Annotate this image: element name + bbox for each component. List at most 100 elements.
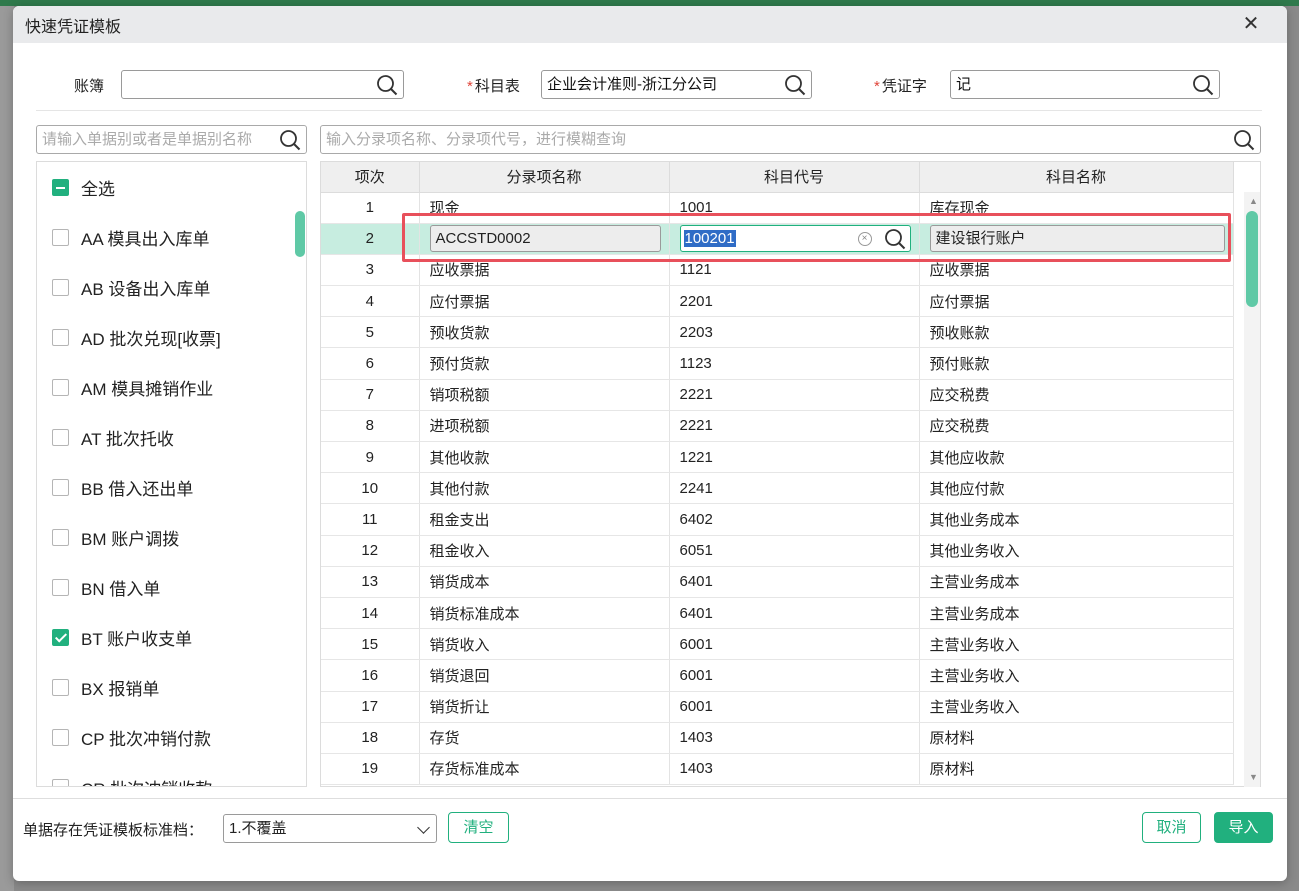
entry-name-field[interactable]: ACCSTD0002 <box>429 225 661 253</box>
cell-account-code: 1121 <box>669 254 920 287</box>
cell-entry-name: 销货折让 <box>419 691 670 723</box>
table-row[interactable]: 3 应收票据 1121 应收票据 <box>321 254 1234 287</box>
table-row[interactable]: 6 预付货款 1123 预付账款 <box>321 347 1234 380</box>
cell-seq: 8 <box>321 410 420 443</box>
entry-table: 项次 分录项名称 科目代号 科目名称 1 现金 1001 库存现金 2 ACCSTD000… <box>320 161 1261 787</box>
table-row[interactable]: 8 进项税额 2221 应交税费 <box>321 410 1234 443</box>
cell-seq: 4 <box>321 285 420 318</box>
cell-account-name: 应交税费 <box>919 379 1234 411</box>
cell-seq: 16 <box>321 659 420 692</box>
doc-type-checkbox[interactable] <box>52 478 69 496</box>
doc-type-checkbox[interactable] <box>52 278 69 296</box>
table-row[interactable]: 16 销货退回 6001 主营业务收入 <box>321 659 1234 692</box>
table-row[interactable]: 9 其他收款 1221 其他应收款 <box>321 441 1234 474</box>
account-code-selected-text: 100201 <box>683 230 736 248</box>
cell-account-code: 6051 <box>669 535 920 567</box>
import-button[interactable]: 导入 <box>1214 812 1273 843</box>
table-row[interactable]: 10 其他付款 2241 其他应付款 <box>321 472 1234 505</box>
entry-table-scroll-thumb[interactable] <box>1246 211 1258 307</box>
column-header-entry-name[interactable]: 分录项名称 <box>419 162 670 193</box>
doc-type-item[interactable]: BM 账户调拨 <box>37 512 306 562</box>
table-row[interactable]: 11 租金支出 6402 其他业务成本 <box>321 503 1234 536</box>
doc-type-item[interactable]: CP 批次冲销付款 <box>37 712 306 762</box>
cell-seq: 9 <box>321 441 420 474</box>
chart-of-accounts-input[interactable]: 企业会计准则-浙江分公司 <box>541 70 812 99</box>
cell-account-name: 应交税费 <box>919 410 1234 443</box>
cell-entry-name[interactable]: ACCSTD0002 <box>419 223 670 255</box>
doc-type-checkbox[interactable] <box>52 228 69 246</box>
search-icon[interactable] <box>1192 74 1214 96</box>
doc-type-checkbox[interactable] <box>52 528 69 546</box>
search-icon[interactable] <box>1233 129 1255 151</box>
column-header-account-name[interactable]: 科目名称 <box>919 162 1234 193</box>
book-input[interactable] <box>121 70 404 99</box>
table-row[interactable]: 19 存货标准成本 1403 原材料 <box>321 753 1234 786</box>
table-row[interactable]: 5 预收货款 2203 预收账款 <box>321 316 1234 349</box>
doc-type-item[interactable]: BT 账户收支单 <box>37 612 306 662</box>
overwrite-select[interactable]: 1.不覆盖 <box>223 814 437 843</box>
cell-account-code[interactable]: 100201 × <box>669 223 920 255</box>
entry-filter-input[interactable]: 输入分录项名称、分录项代号，进行模糊查询 <box>320 125 1261 154</box>
cell-entry-name: 进项税额 <box>419 410 670 443</box>
cell-account-name: 预收账款 <box>919 316 1234 349</box>
cell-seq: 10 <box>321 472 420 505</box>
doc-type-item[interactable]: CR 批次冲销收款 <box>37 762 306 786</box>
doc-type-checkbox[interactable] <box>52 728 69 746</box>
doc-type-filter-input[interactable]: 请输入单据别或者是单据别名称 <box>36 125 307 154</box>
close-icon[interactable]: ✕ <box>1241 14 1261 34</box>
table-row[interactable]: 4 应付票据 2201 应付票据 <box>321 285 1234 318</box>
doc-type-item[interactable]: BN 借入单 <box>37 562 306 612</box>
doc-type-item[interactable]: AA 模具出入库单 <box>37 212 306 262</box>
doc-type-item[interactable]: AM 模具摊销作业 <box>37 362 306 412</box>
table-row[interactable]: 14 销货标准成本 6401 主营业务成本 <box>321 597 1234 630</box>
doc-type-item[interactable]: AD 批次兑现[收票] <box>37 312 306 362</box>
search-icon[interactable] <box>376 74 398 96</box>
table-row[interactable]: 18 存货 1403 原材料 <box>321 722 1234 754</box>
cancel-button[interactable]: 取消 <box>1142 812 1201 843</box>
search-icon[interactable] <box>884 228 906 250</box>
table-row[interactable]: 12 租金收入 6051 其他业务收入 <box>321 535 1234 567</box>
scroll-up-arrow-icon[interactable]: ▲ <box>1249 196 1258 206</box>
doc-type-checkbox[interactable] <box>52 428 69 446</box>
table-row[interactable]: 13 销货成本 6401 主营业务成本 <box>321 566 1234 598</box>
search-icon[interactable] <box>279 129 301 151</box>
doc-type-item[interactable]: BB 借入还出单 <box>37 462 306 512</box>
doc-type-checkbox[interactable] <box>52 778 69 786</box>
table-row[interactable]: 7 销项税额 2221 应交税费 <box>321 379 1234 411</box>
select-all-checkbox[interactable] <box>52 178 69 196</box>
doc-type-label: AD 批次兑现[收票] <box>81 329 221 349</box>
search-icon[interactable] <box>784 74 806 96</box>
cell-entry-name: 其他收款 <box>419 441 670 474</box>
clear-icon[interactable]: × <box>857 232 872 247</box>
column-header-seq[interactable]: 项次 <box>321 162 420 193</box>
cell-account-name: 其他应付款 <box>919 472 1234 505</box>
cell-account-name: 主营业务收入 <box>919 659 1234 692</box>
doc-type-checkbox[interactable] <box>52 378 69 396</box>
account-code-input[interactable]: 100201 × <box>679 225 911 253</box>
clear-button[interactable]: 清空 <box>448 812 509 843</box>
doc-type-item[interactable]: AB 设备出入库单 <box>37 262 306 312</box>
doc-type-list-scrollbar[interactable] <box>295 211 305 257</box>
scroll-down-arrow-icon[interactable]: ▼ <box>1249 772 1258 782</box>
doc-type-checkbox[interactable] <box>52 678 69 696</box>
table-row[interactable]: 17 销货折让 6001 主营业务收入 <box>321 691 1234 723</box>
cell-account-code: 6402 <box>669 503 920 536</box>
doc-type-item[interactable]: BX 报销单 <box>37 662 306 712</box>
table-row[interactable]: 1 现金 1001 库存现金 <box>321 192 1234 224</box>
voucher-word-input[interactable]: 记 <box>950 70 1220 99</box>
doc-type-checkbox[interactable] <box>52 578 69 596</box>
cell-seq: 13 <box>321 566 420 598</box>
doc-type-item[interactable]: AT 批次托收 <box>37 412 306 462</box>
doc-type-label: BT 账户收支单 <box>81 629 193 649</box>
cell-account-name[interactable]: 建设银行账户 <box>919 223 1234 255</box>
dialog-title: 快速凭证模板 <box>25 18 122 36</box>
doc-type-checkbox[interactable] <box>52 628 69 646</box>
account-name-field[interactable]: 建设银行账户 <box>929 225 1225 253</box>
table-row[interactable]: 15 销货收入 6001 主营业务收入 <box>321 628 1234 661</box>
select-all-item[interactable]: 全选 <box>37 162 306 212</box>
table-row[interactable]: 2 ACCSTD0002 100201 × 建设银行账户 <box>321 223 1234 255</box>
column-header-account-code[interactable]: 科目代号 <box>669 162 920 193</box>
voucher-label: * 凭证字 <box>874 76 927 98</box>
doc-type-checkbox[interactable] <box>52 328 69 346</box>
overwrite-label: 单据存在凭证模板标准档： <box>23 822 204 839</box>
